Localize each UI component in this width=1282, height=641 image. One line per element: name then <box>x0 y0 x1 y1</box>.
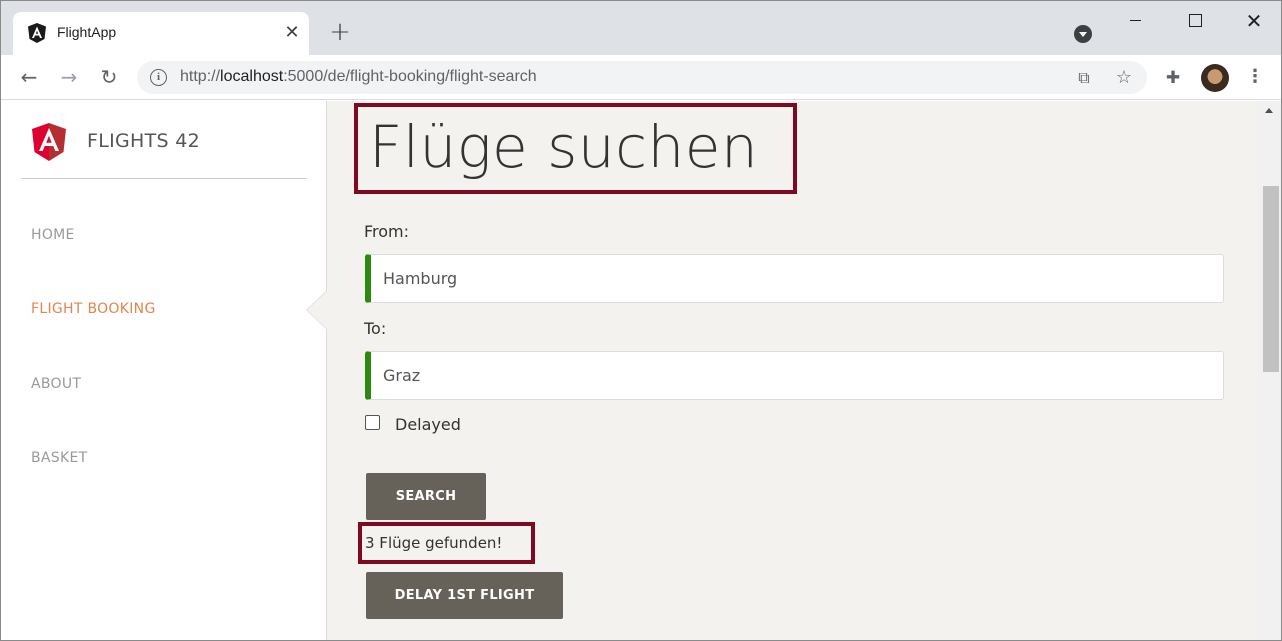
active-nav-pointer <box>307 291 327 329</box>
page-title: Flüge suchen <box>369 113 759 181</box>
delayed-label[interactable]: Delayed <box>395 415 461 434</box>
info-icon[interactable]: i <box>150 69 167 86</box>
url-text[interactable]: http://localhost:5000/de/flight-booking/… <box>180 68 537 86</box>
extensions-puzzle-icon[interactable]: ✚ <box>1162 67 1184 89</box>
new-tab-button[interactable]: + <box>327 19 353 45</box>
sidebar: FLIGHTS 42 HOME FLIGHT BOOKING ABOUT BAS… <box>1 101 327 640</box>
nav-basket[interactable]: BASKET <box>31 450 87 466</box>
search-button[interactable]: SEARCH <box>366 473 486 520</box>
browser-toolbar: ← → ↻ i http://localhost:5000/de/flight-… <box>1 55 1281 100</box>
browser-tab[interactable]: FlightApp ✕ <box>13 12 309 55</box>
tab-search-icon[interactable] <box>1074 25 1092 43</box>
title-highlight-box: Flüge suchen <box>354 103 797 194</box>
scroll-thumb[interactable] <box>1263 186 1279 372</box>
close-window-button[interactable]: ✕ <box>1242 9 1266 33</box>
minimize-button[interactable] <box>1127 9 1151 33</box>
profile-avatar[interactable] <box>1201 64 1229 92</box>
angular-logo-icon <box>32 123 66 161</box>
nav-about[interactable]: ABOUT <box>31 376 81 392</box>
bookmark-star-icon[interactable]: ☆ <box>1113 67 1135 89</box>
maximize-button[interactable] <box>1186 9 1210 33</box>
tab-strip: FlightApp ✕ + ✕ <box>1 1 1281 55</box>
delayed-checkbox[interactable] <box>365 415 380 430</box>
from-label: From: <box>364 222 410 241</box>
forward-arrow-icon[interactable]: → <box>57 65 81 89</box>
delay-first-flight-button[interactable]: DELAY 1ST FLIGHT <box>366 572 563 619</box>
from-input[interactable] <box>371 255 1223 302</box>
brand-header[interactable]: FLIGHTS 42 <box>21 101 307 179</box>
page-scrollbar[interactable] <box>1257 101 1281 640</box>
from-field[interactable] <box>365 254 1224 303</box>
tab-close-icon[interactable]: ✕ <box>281 22 303 44</box>
scroll-up-arrow-icon[interactable] <box>1265 108 1273 113</box>
nav-home[interactable]: HOME <box>31 227 75 243</box>
to-field[interactable] <box>365 351 1224 400</box>
tab-title: FlightApp <box>57 24 117 40</box>
result-count-text: 3 Flüge gefunden! <box>365 534 503 552</box>
to-label: To: <box>364 319 387 338</box>
reload-icon[interactable]: ↻ <box>97 65 121 89</box>
browser-window: FlightApp ✕ + ✕ ← → ↻ i http://localhost… <box>0 0 1282 641</box>
address-bar[interactable]: i http://localhost:5000/de/flight-bookin… <box>137 61 1147 94</box>
menu-kebab-icon[interactable]: ⋮ <box>1245 65 1265 89</box>
nav-flight-booking[interactable]: FLIGHT BOOKING <box>31 301 156 317</box>
back-arrow-icon[interactable]: ← <box>17 65 41 89</box>
web-page: FLIGHTS 42 HOME FLIGHT BOOKING ABOUT BAS… <box>1 101 1281 640</box>
main-content: Flüge suchen From: To: Delayed SEARCH 3 … <box>328 101 1256 640</box>
to-input[interactable] <box>371 352 1223 399</box>
result-highlight-box: 3 Flüge gefunden! <box>358 522 535 564</box>
brand-name: FLIGHTS 42 <box>87 130 201 152</box>
open-in-window-icon[interactable]: ⧉ <box>1073 67 1095 89</box>
angular-favicon-icon <box>28 23 46 43</box>
